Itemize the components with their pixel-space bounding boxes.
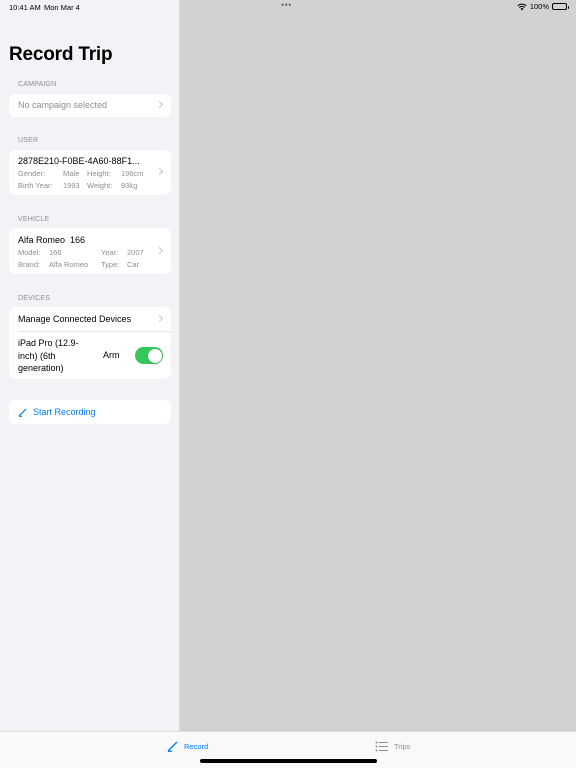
gender-label: Gender: [18, 169, 46, 178]
chevron-right-icon [155, 100, 164, 109]
birth-year-label: Birth Year: [18, 181, 53, 190]
pencil-icon [18, 408, 27, 417]
model-label: Model: [18, 248, 41, 257]
year-label: Year: [101, 248, 119, 257]
weight-label: Weight: [87, 181, 113, 190]
tab-trips-label: Trips [394, 742, 411, 751]
home-indicator [200, 759, 377, 763]
start-recording-label: Start Recording [33, 407, 96, 417]
wifi-icon [517, 3, 527, 10]
tab-record-label: Record [184, 742, 209, 751]
page-title: Record Trip [9, 44, 113, 65]
vehicle-selector[interactable]: Alfa Romeo 166 Model: 166 Year: 2007 Bra… [9, 228, 171, 274]
manage-devices-row[interactable]: Manage Connected Devices [9, 307, 171, 331]
tab-trips[interactable]: Trips [375, 741, 410, 752]
device-name: iPad Pro (12.9-inch) (6th generation) [18, 338, 79, 373]
year-value: 2007 [127, 248, 144, 257]
arm-label: Arm [103, 350, 120, 360]
devices-card: Manage Connected Devices iPad Pro (12.9-… [9, 307, 171, 379]
arm-toggle[interactable] [135, 347, 163, 364]
status-right: 100% [517, 2, 569, 11]
start-recording-button[interactable]: Start Recording [9, 400, 171, 424]
battery-icon [552, 3, 569, 10]
brand-label: Brand: [18, 260, 41, 269]
type-label: Type: [101, 260, 120, 269]
campaign-section-header: CAMPAIGN [18, 81, 57, 88]
status-date: Mon Mar 4 [44, 3, 80, 12]
campaign-value: No campaign selected [18, 100, 108, 110]
weight-value: 93kg [121, 181, 138, 190]
user-id: 2878E210-F0BE-4A60-88F1... [18, 156, 140, 166]
multitasking-dots-icon[interactable]: ••• [281, 0, 292, 10]
toggle-knob [147, 348, 162, 363]
height-label: Height: [87, 169, 111, 178]
battery-percentage: 100% [529, 2, 549, 11]
list-icon [375, 741, 388, 752]
model-value: 166 [49, 248, 62, 257]
status-bar: 10:41 AM Mon Mar 4 ••• 100% [0, 0, 576, 14]
birth-year-value: 1993 [63, 181, 80, 190]
height-value: 196cm [121, 169, 144, 178]
gender-value: Male [63, 169, 80, 178]
type-value: Car [127, 260, 140, 269]
manage-devices-label: Manage Connected Devices [18, 314, 132, 324]
user-section-header: USER [18, 137, 39, 144]
chevron-right-icon [155, 314, 164, 323]
device-row: iPad Pro (12.9-inch) (6th generation) Ar… [9, 332, 171, 379]
vehicle-section-header: VEHICLE [18, 216, 50, 223]
devices-section-header: DEVICES [18, 295, 51, 302]
vehicle-name: Alfa Romeo 166 [18, 235, 86, 245]
tab-record[interactable]: Record [167, 741, 208, 752]
sidebar: Record Trip CAMPAIGN No campaign selecte… [0, 0, 180, 731]
user-selector[interactable]: 2878E210-F0BE-4A60-88F1... Gender: Male … [9, 150, 171, 195]
pencil-icon [167, 741, 178, 752]
chevron-right-icon [155, 167, 164, 176]
brand-value: Alfa Romeo [49, 260, 89, 269]
status-time: 10:41 AM [9, 3, 41, 12]
chevron-right-icon [155, 246, 164, 255]
campaign-selector[interactable]: No campaign selected [9, 94, 171, 117]
